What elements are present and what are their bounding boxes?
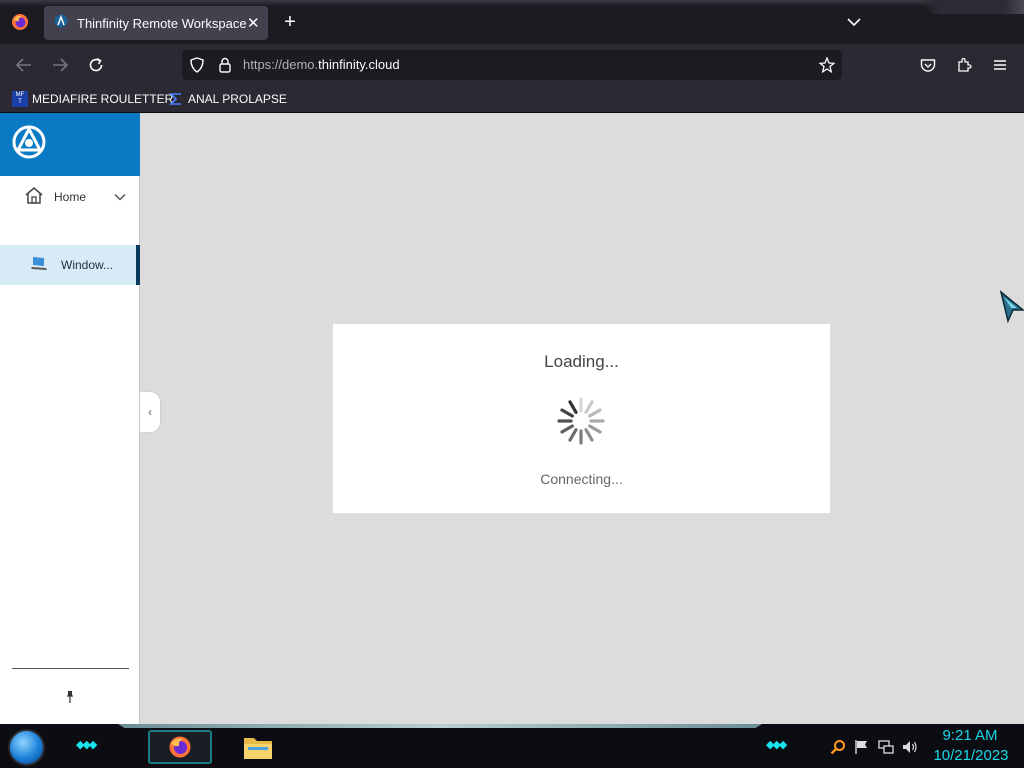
sidebar-item-label: Window... bbox=[61, 258, 114, 272]
reload-icon[interactable] bbox=[83, 52, 109, 78]
taskbar-ornament-chevrons: ◆◆◆ bbox=[76, 739, 97, 751]
spinner-spoke bbox=[568, 428, 578, 442]
search-icon[interactable] bbox=[830, 739, 846, 755]
clock-time[interactable]: 9:21 AM bbox=[930, 727, 1010, 744]
sidebar-item-label: Home bbox=[54, 190, 87, 204]
spinner-spoke bbox=[588, 424, 602, 434]
mouse-cursor-icon bbox=[999, 290, 1024, 324]
mediafire-icon: MF T bbox=[12, 90, 28, 107]
taskbar-ornament bbox=[118, 724, 762, 728]
network-icon[interactable] bbox=[878, 739, 894, 755]
bookmark-anal-prolapse[interactable]: ANAL PROLAPSE bbox=[168, 88, 287, 109]
thinfinity-logo-icon[interactable] bbox=[12, 125, 46, 164]
spinner-spoke bbox=[560, 424, 574, 434]
url-text[interactable]: https://demo.thinfinity.cloud bbox=[243, 57, 400, 72]
clock-date[interactable]: 10/21/2023 bbox=[926, 747, 1016, 764]
pocket-icon[interactable] bbox=[915, 52, 941, 78]
sidebar-item-window[interactable]: Window... bbox=[0, 245, 140, 285]
new-tab-button[interactable]: + bbox=[278, 10, 302, 34]
url-prefix: https://demo. bbox=[243, 57, 319, 72]
tab-title: Thinfinity Remote Workspace bbox=[77, 15, 247, 31]
bookmark-label: MEDIAFIRE ROULETTER bbox=[32, 91, 174, 106]
taskbar-ornament-chevrons: ◆◆◆ bbox=[766, 739, 787, 751]
spinner-spoke bbox=[560, 408, 574, 418]
loading-title: Loading... bbox=[544, 352, 619, 371]
spinner-spoke bbox=[568, 400, 578, 414]
menu-icon[interactable] bbox=[987, 52, 1013, 78]
spinner-spoke bbox=[588, 408, 602, 418]
sidebar-collapse-button[interactable]: ‹ bbox=[140, 392, 160, 432]
shield-icon[interactable] bbox=[184, 52, 210, 78]
url-domain: thinfinity.cloud bbox=[318, 57, 400, 72]
tab-thinfinity[interactable]: Thinfinity Remote Workspace ✕ bbox=[44, 6, 268, 40]
flag-icon[interactable] bbox=[854, 739, 870, 755]
theme-ornament bbox=[920, 0, 1024, 14]
taskbar-file-explorer-icon[interactable] bbox=[240, 730, 276, 764]
home-icon bbox=[24, 186, 44, 209]
bookmark-mediafire[interactable]: MF T MEDIAFIRE ROULETTER bbox=[12, 88, 173, 109]
start-button[interactable] bbox=[8, 729, 45, 766]
tabs-list-icon[interactable] bbox=[842, 10, 866, 34]
loading-spinner-icon bbox=[557, 397, 605, 445]
tab-favicon-icon bbox=[54, 14, 68, 33]
spinner-spoke bbox=[584, 428, 594, 442]
taskbar-firefox-icon[interactable] bbox=[148, 730, 212, 764]
sidebar-divider bbox=[12, 668, 129, 669]
bookmark-label: ANAL PROLAPSE bbox=[188, 91, 287, 106]
star-icon[interactable] bbox=[814, 52, 840, 78]
spinner-spoke bbox=[584, 400, 594, 414]
system-tray bbox=[830, 736, 918, 758]
sigma-icon bbox=[168, 91, 184, 107]
lock-icon[interactable] bbox=[212, 52, 238, 78]
sidebar-header bbox=[0, 113, 140, 176]
pin-icon[interactable] bbox=[65, 690, 75, 704]
sidebar-item-home[interactable]: Home bbox=[0, 180, 140, 214]
firefox-icon[interactable] bbox=[8, 10, 32, 34]
chevron-down-icon[interactable] bbox=[114, 188, 126, 206]
laptop-icon bbox=[30, 255, 48, 276]
extensions-icon[interactable] bbox=[951, 52, 977, 78]
forward-icon[interactable] bbox=[47, 52, 73, 78]
back-icon[interactable] bbox=[11, 52, 37, 78]
volume-icon[interactable] bbox=[902, 739, 918, 755]
loading-status: Connecting... bbox=[540, 471, 623, 487]
tab-close-icon[interactable]: ✕ bbox=[247, 14, 260, 32]
